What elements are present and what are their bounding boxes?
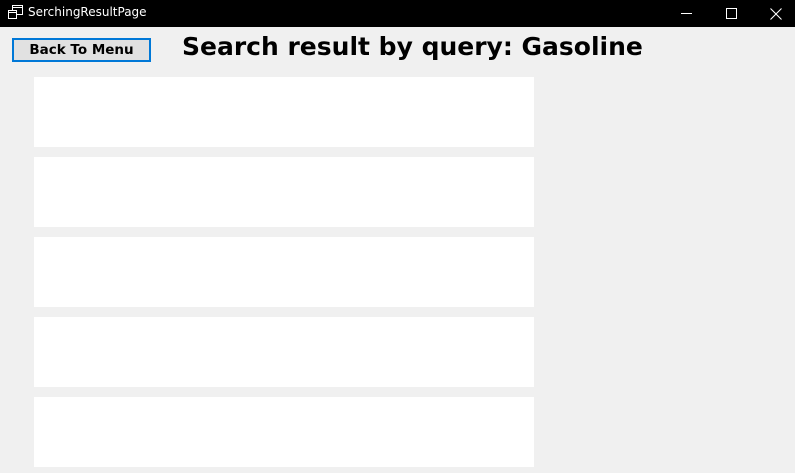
result-item[interactable] bbox=[34, 157, 534, 227]
app-window-icon bbox=[8, 5, 23, 20]
minimize-button[interactable] bbox=[663, 0, 709, 27]
maximize-button[interactable] bbox=[708, 0, 754, 27]
back-to-menu-button[interactable]: Back To Menu bbox=[12, 38, 151, 62]
result-item[interactable] bbox=[34, 77, 534, 147]
page-title: Search result by query: Gasoline bbox=[182, 32, 643, 61]
result-item[interactable] bbox=[34, 397, 534, 467]
maximize-icon bbox=[725, 8, 737, 19]
result-item[interactable] bbox=[34, 317, 534, 387]
search-results-list bbox=[34, 77, 534, 473]
close-icon bbox=[770, 7, 782, 20]
window-title: SerchingResultPage bbox=[28, 5, 147, 19]
result-item[interactable] bbox=[34, 237, 534, 307]
close-button[interactable] bbox=[753, 0, 795, 27]
minimize-icon bbox=[680, 8, 692, 19]
app-window: SerchingResultPage Back To Menu Search r… bbox=[0, 0, 795, 473]
title-bar[interactable]: SerchingResultPage bbox=[0, 0, 795, 27]
